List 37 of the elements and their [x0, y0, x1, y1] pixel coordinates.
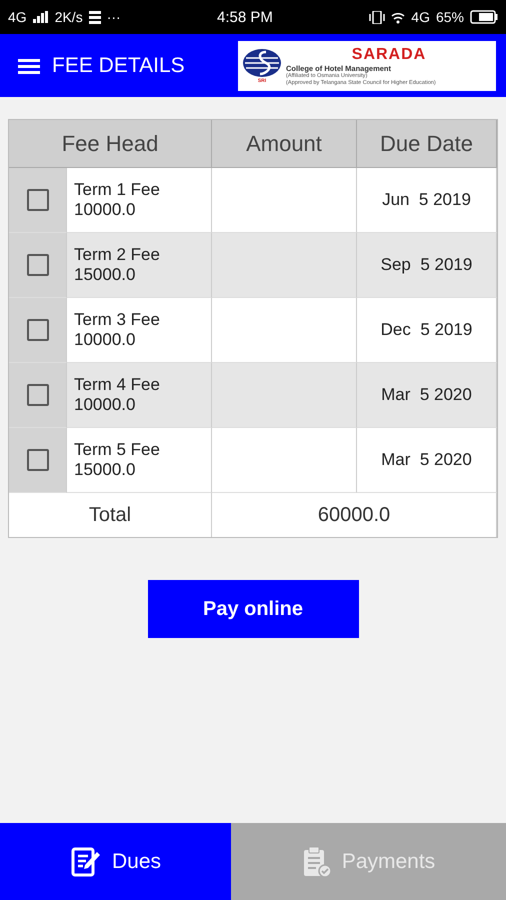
- clipboard-check-icon: [302, 846, 332, 878]
- due-date-cell: Mar 5 2020: [357, 428, 497, 493]
- wifi-icon: [391, 10, 406, 24]
- due-date-cell: Sep 5 2019: [357, 233, 497, 298]
- vibrate-icon: [369, 10, 386, 24]
- fee-cell: Term 2 Fee 15000.0: [67, 233, 212, 298]
- column-header: Amount: [212, 120, 357, 168]
- data-speed: 2K/s: [54, 9, 83, 25]
- due-date-cell: Jun 5 2019: [357, 168, 497, 233]
- due-date-cell: Dec 5 2019: [357, 298, 497, 363]
- network-type: 4G: [8, 9, 27, 25]
- menu-icon[interactable]: [18, 58, 40, 74]
- network-type: 4G: [411, 9, 430, 25]
- more-notifications: ···: [106, 9, 121, 25]
- signal-icon: [32, 11, 49, 23]
- checkbox[interactable]: [26, 384, 48, 406]
- column-header: Fee Head: [9, 120, 212, 168]
- pay-online-button[interactable]: Pay online: [148, 580, 358, 638]
- college-name: SARADA: [350, 44, 428, 64]
- due-date-cell: Mar 5 2020: [357, 363, 497, 428]
- checkbox[interactable]: [26, 254, 48, 276]
- battery-percent: 65%: [436, 9, 464, 25]
- fee-cell: Term 5 Fee 15000.0: [67, 428, 212, 493]
- column-header: Due Date: [357, 120, 497, 168]
- database-icon: [88, 10, 101, 24]
- checkbox[interactable]: [26, 189, 48, 211]
- fee-cell: Term 4 Fee 10000.0: [67, 363, 212, 428]
- checkbox[interactable]: [26, 449, 48, 471]
- page-title: FEE DETAILS: [52, 54, 186, 78]
- battery-icon: [470, 10, 498, 24]
- clock: 4:58 PM: [216, 8, 274, 26]
- nav-tab[interactable]: Dues: [0, 823, 231, 900]
- fee-cell: Term 3 Fee 10000.0: [67, 298, 212, 363]
- checkbox[interactable]: [26, 319, 48, 341]
- fee-cell: Term 1 Fee 10000.0: [67, 168, 212, 233]
- form-edit-icon: [70, 846, 102, 878]
- emblem-icon: [242, 48, 282, 78]
